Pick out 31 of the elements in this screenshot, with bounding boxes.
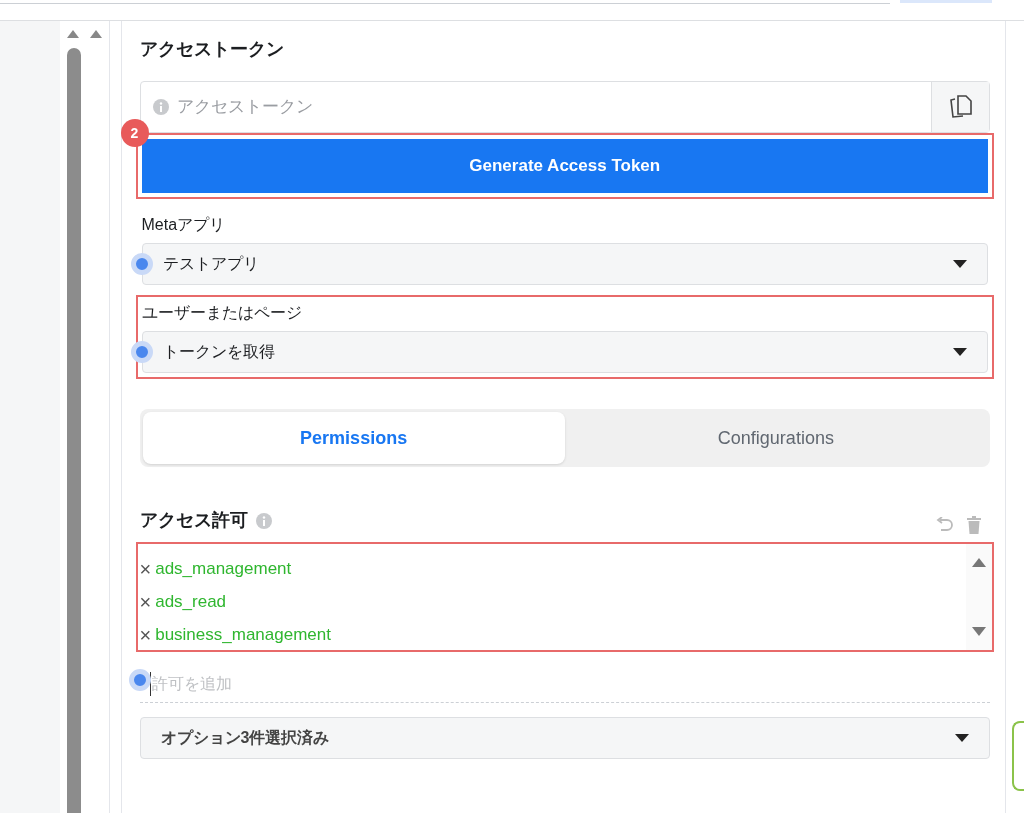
remove-icon[interactable]: × xyxy=(139,558,152,579)
side-tab[interactable] xyxy=(1012,721,1024,791)
dropdown-select[interactable]: テストアプリ xyxy=(141,243,988,285)
field-label: ユーザーまたはページ xyxy=(141,303,303,323)
scroll-up-icon[interactable] xyxy=(66,30,79,38)
dropdown-caret-icon xyxy=(953,260,967,268)
tab[interactable]: Configurations xyxy=(564,412,987,464)
dropdown-select[interactable]: オプション3件選択済み xyxy=(139,717,990,759)
info-icon xyxy=(255,512,272,529)
dropdown-caret-icon xyxy=(953,348,967,356)
trash-icon[interactable] xyxy=(966,516,982,534)
scroll-up-icon[interactable] xyxy=(972,558,986,567)
remove-icon[interactable]: × xyxy=(139,624,152,645)
field-label: Metaアプリ xyxy=(141,215,227,235)
scrollbar-thumb[interactable] xyxy=(66,48,81,813)
add-permission-field[interactable]: 許可を追加 xyxy=(149,672,550,696)
scroll-down-icon[interactable] xyxy=(972,627,986,636)
section-title: アクセス許可 xyxy=(139,509,248,532)
permission-tag: ads_read xyxy=(155,588,227,615)
scroll-up-icon[interactable] xyxy=(89,30,102,38)
step-badge: 2 xyxy=(120,119,149,147)
dropdown-select[interactable]: トークンを取得 xyxy=(141,331,988,373)
dropdown-caret-icon xyxy=(955,734,969,742)
generate-token-button[interactable]: Generate Access Token xyxy=(141,139,988,193)
permission-tag: ads_management xyxy=(155,555,292,582)
remove-icon[interactable]: × xyxy=(139,591,152,612)
undo-icon[interactable] xyxy=(936,517,954,533)
list-scrollbar[interactable] xyxy=(966,544,992,650)
permission-tag: business_management xyxy=(155,621,331,648)
tab[interactable]: Permissions xyxy=(142,412,565,464)
section-title: アクセストークン xyxy=(139,38,285,61)
